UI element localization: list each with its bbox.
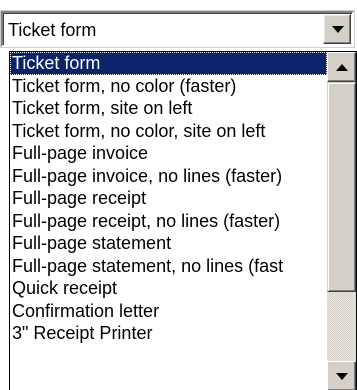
scroll-up-button[interactable] <box>327 52 356 82</box>
combobox-dropdown-button[interactable] <box>323 14 351 44</box>
combobox-selected-value: Ticket form <box>8 20 97 40</box>
list-item[interactable]: Full-page invoice, no lines (faster) <box>10 165 327 188</box>
report-format-combobox[interactable]: Ticket form <box>0 0 357 51</box>
scroll-down-button[interactable] <box>327 361 356 390</box>
list-item[interactable]: Ticket form <box>10 52 327 75</box>
vertical-scrollbar[interactable] <box>327 52 356 390</box>
combobox-field[interactable]: Ticket form <box>0 10 355 48</box>
list-item[interactable]: Confirmation letter <box>10 300 327 323</box>
scrollbar-thumb[interactable] <box>327 82 356 292</box>
list-item[interactable]: Full-page statement <box>10 232 327 255</box>
list-item[interactable]: Quick receipt <box>10 277 327 300</box>
list-item[interactable]: Full-page statement, no lines (fast <box>10 255 327 278</box>
list-item[interactable]: Ticket form, site on left <box>10 97 327 120</box>
dropdown-list[interactable]: Ticket form Ticket form, no color (faste… <box>9 51 357 390</box>
scroll-down-arrow-icon <box>336 373 348 380</box>
dropdown-options: Ticket form Ticket form, no color (faste… <box>10 52 327 390</box>
list-item[interactable]: Ticket form, no color (faster) <box>10 75 327 98</box>
list-item[interactable]: Full-page receipt, no lines (faster) <box>10 210 327 233</box>
scroll-up-arrow-icon <box>336 64 348 71</box>
list-item[interactable]: Full-page invoice <box>10 142 327 165</box>
list-item[interactable]: Full-page receipt <box>10 187 327 210</box>
chevron-down-icon <box>332 26 344 33</box>
list-item[interactable]: 3" Receipt Printer <box>10 322 327 345</box>
list-item[interactable]: Ticket form, no color, site on left <box>10 120 327 143</box>
